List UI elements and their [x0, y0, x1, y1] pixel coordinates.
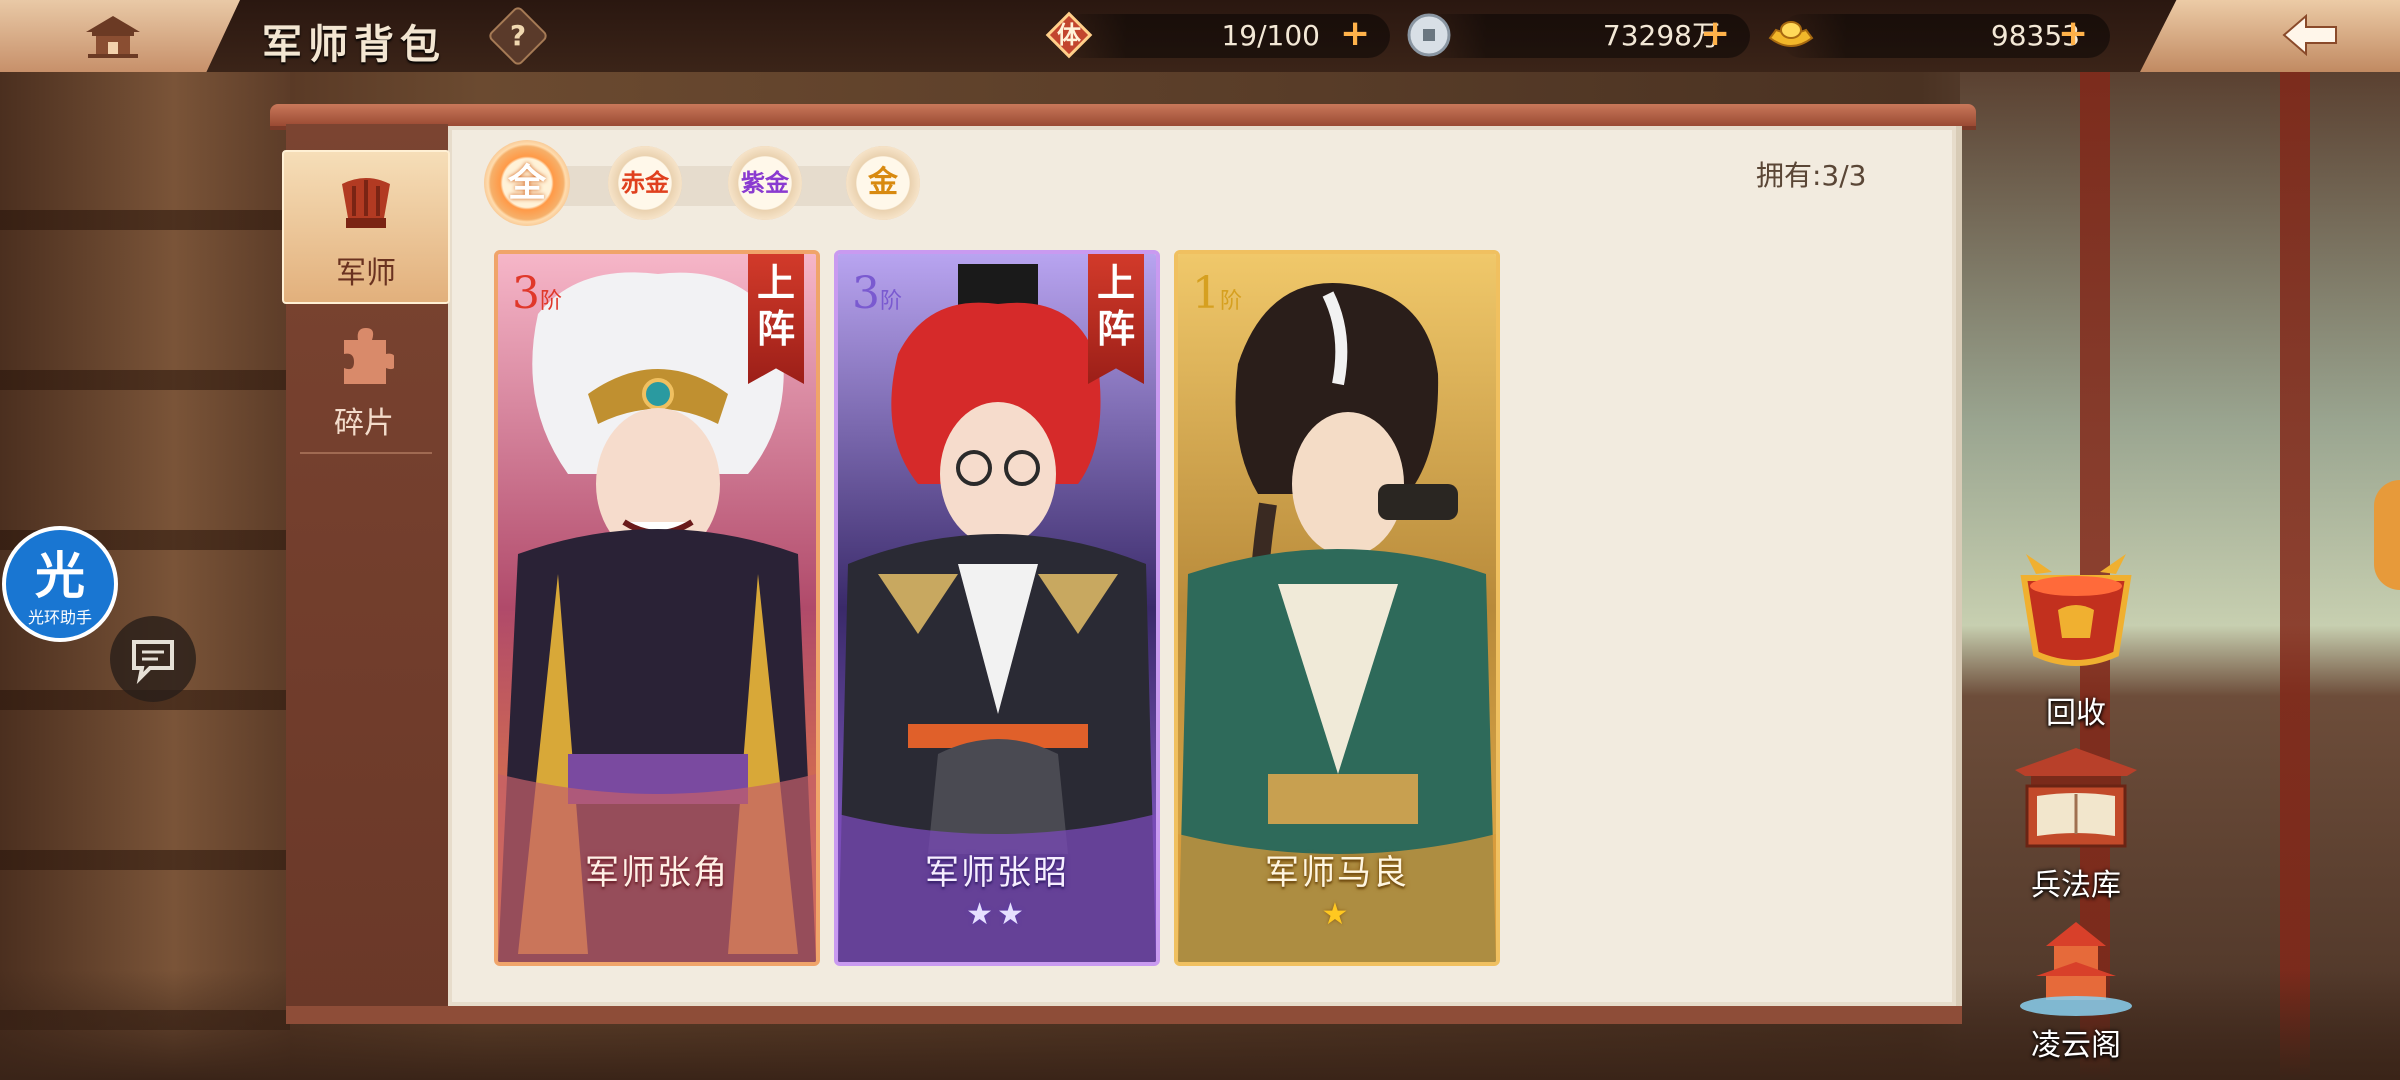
silver-coin-icon [1407, 13, 1451, 57]
puzzle-piece-icon [344, 328, 394, 384]
deployed-badge: 上阵 [1088, 254, 1144, 384]
strategist-card-zhangzhao[interactable]: 3阶 上阵 军师张昭 ★★ [834, 250, 1160, 966]
star-icon: ★ [1321, 897, 1353, 932]
recycle-label: 回收 [2046, 696, 2106, 731]
card-name: 军师马良 [1265, 853, 1409, 893]
back-arrow-icon [2282, 13, 2337, 57]
owned-count: 拥有:3/3 [1756, 159, 1867, 192]
help-icon: ? [509, 19, 527, 52]
card-tier: 3阶 [852, 268, 903, 319]
silver-add-button[interactable]: + [1700, 16, 1730, 52]
tab-strategist[interactable]: 军师 [282, 150, 450, 304]
filter-purple-gold-label: 紫金 [741, 168, 789, 197]
star-icon: ★ [997, 897, 1028, 932]
assistant-glyph: 光 [35, 547, 85, 605]
gold-value: 98353 [1990, 19, 2080, 52]
card-name: 军师张角 [585, 853, 729, 893]
lingyun-pavilion-icon [2020, 922, 2132, 1016]
deployed-badge: 上阵 [748, 254, 804, 384]
filter-red-gold-label: 赤金 [621, 168, 669, 197]
card-stars: ★ [1178, 897, 1496, 932]
card-name: 军师张昭 [925, 853, 1069, 893]
stamina-value: 19/100 [1221, 19, 1320, 52]
page-title: 军师背包 [262, 21, 446, 68]
star-icon: ★ [966, 897, 997, 932]
strategist-card-maliang[interactable]: 1阶 军师马良 ★ [1174, 250, 1500, 966]
chat-bubble-icon [132, 640, 174, 684]
chat-button[interactable] [110, 616, 196, 702]
sidebar-divider [300, 452, 432, 454]
strategy-library-button[interactable]: 兵法库 [1996, 746, 2156, 904]
card-stars: ★★ [838, 897, 1156, 932]
tab-strategist-label: 军师 [336, 256, 396, 291]
strategy-library-icon [2015, 748, 2137, 848]
card-tier: 1阶 [1192, 268, 1243, 319]
back-button[interactable] [2140, 0, 2400, 72]
filter-track [520, 166, 900, 206]
tab-fragments-label: 碎片 [334, 406, 394, 441]
filter-all-label: 全 [507, 160, 546, 205]
filter-gold-label: 金 [868, 165, 898, 200]
assistant-label: 光环助手 [27, 608, 92, 627]
recycle-cauldron-icon [2020, 554, 2132, 666]
strategist-hat-icon [342, 178, 390, 228]
gold-ingot-icon [1768, 21, 1814, 47]
stamina-icon-label: 体 [1057, 21, 1081, 49]
strategist-card-zhangjiao[interactable]: 3阶 上阵 军师张角 [494, 250, 820, 966]
panel-bottom-trim [286, 1006, 1962, 1024]
recycle-button[interactable]: 回收 [1996, 554, 2156, 732]
lingyun-pavilion-label: 凌云阁 [2031, 1028, 2121, 1063]
tab-fragments[interactable]: 碎片 [282, 310, 446, 460]
silver-value: 73298万 [1602, 19, 1720, 52]
assistant-floating-button[interactable]: 光 光环助手 [2, 526, 118, 642]
strategy-library-label: 兵法库 [2031, 868, 2121, 903]
card-tier: 3阶 [512, 268, 563, 319]
lingyun-pavilion-button[interactable]: 凌云阁 [1996, 916, 2156, 1064]
side-drawer-handle[interactable] [2374, 480, 2400, 590]
home-button[interactable] [0, 0, 240, 72]
gold-add-button[interactable]: + [2058, 16, 2088, 52]
home-icon [86, 16, 140, 58]
stamina-add-button[interactable]: + [1340, 16, 1370, 52]
